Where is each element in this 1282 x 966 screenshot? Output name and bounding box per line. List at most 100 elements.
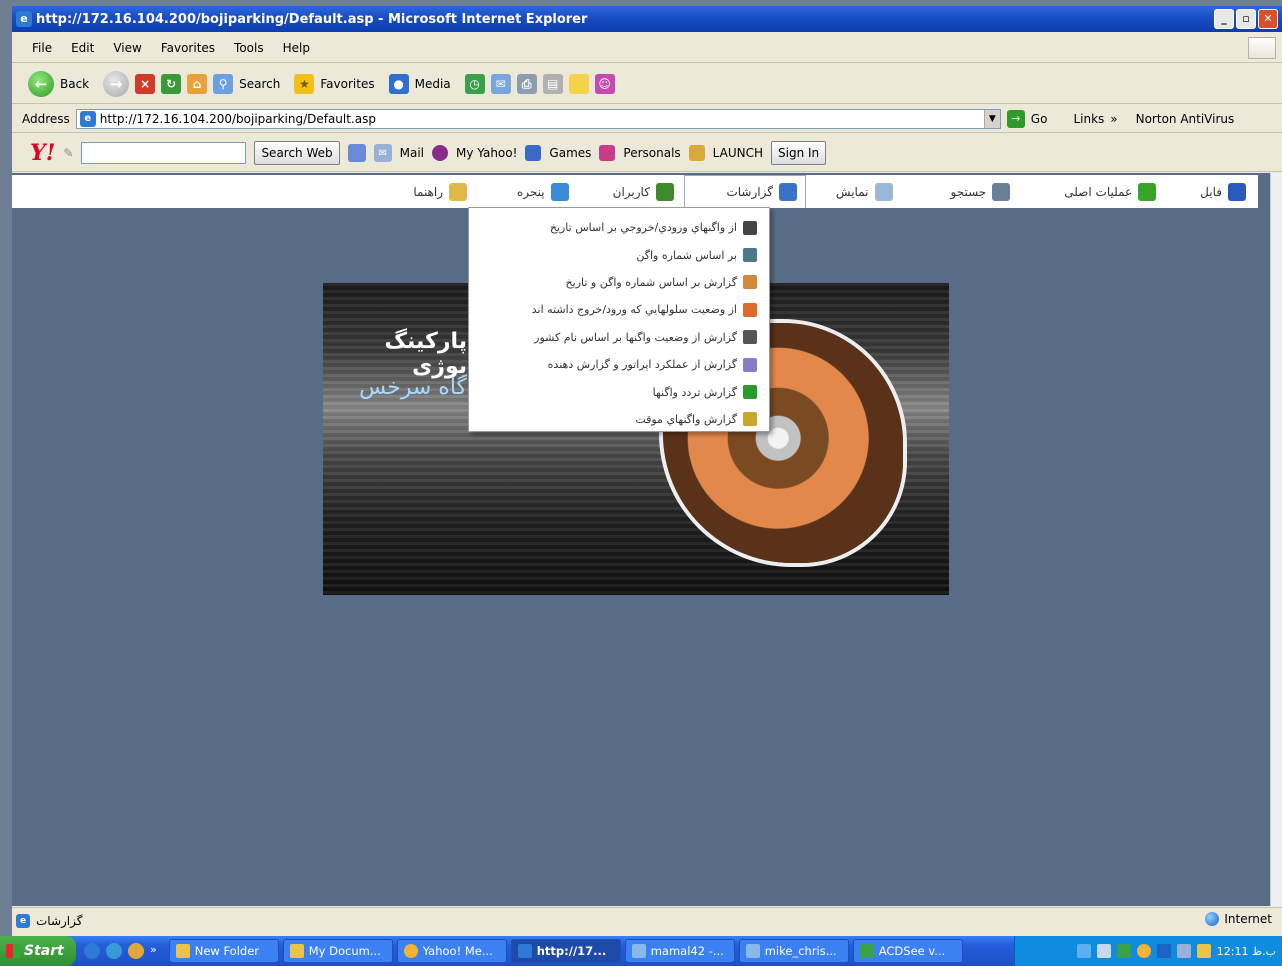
close-button[interactable]: ✕ [1258,9,1278,29]
title-bar: e http://172.16.104.200/bojiparking/Defa… [12,6,1282,32]
links-button[interactable]: Links [1073,112,1104,126]
windows-logo-icon [1248,37,1276,59]
address-dropdown-icon[interactable]: ▼ [983,109,1000,128]
print-icon[interactable]: ⎙ [516,73,537,94]
system-tray: 12:11 ب.ظ [1014,936,1282,966]
tray-volume-icon[interactable] [1196,944,1211,958]
folder-icon [175,944,190,958]
nav-window[interactable]: پنجره [509,175,577,208]
menu-item-wagon-traffic[interactable]: گزارش تردد واگنها [469,378,769,405]
search-icon[interactable]: ⚲ [213,73,234,94]
sign-in-button[interactable]: Sign In [771,140,827,165]
launch-link[interactable]: LAUNCH [713,146,763,160]
menu-file[interactable]: File [32,41,52,55]
favorites-button[interactable]: Favorites [320,77,374,91]
history-icon[interactable]: ◷ [464,73,485,94]
edit-icon[interactable]: ▤ [542,73,563,94]
messenger-quicklaunch-icon[interactable] [128,943,144,959]
tray-yahoo-icon[interactable] [1136,944,1151,958]
tray-b-icon[interactable] [1156,944,1171,958]
status-text: گزارشات [36,913,83,928]
menu-view[interactable]: View [113,41,141,55]
outlook-quicklaunch-icon[interactable] [106,943,122,959]
tray-network-icon[interactable] [1076,944,1091,958]
personals-link[interactable]: Personals [623,146,680,160]
pencil-icon[interactable]: ✎ [63,146,73,160]
task-mamal42[interactable]: mamal42 -... [624,939,735,963]
page-content: فایل عملیات اصلی جستجو نمایش گزارشات کار… [12,173,1270,906]
go-button[interactable]: Go [1031,112,1048,126]
stop-icon[interactable]: × [135,73,156,94]
media-icon[interactable]: ● [388,73,409,94]
task-mike-chris[interactable]: mike_chris... [738,939,849,963]
tray-messenger-icon[interactable] [1176,944,1191,958]
tray-monitor-icon[interactable] [1096,944,1111,958]
nav-help[interactable]: راهنما [405,175,475,208]
menu-item-temporary-wagons[interactable]: گزارش واگنهاي موقت [469,406,769,433]
chat-icon [745,944,760,958]
menu-item-cell-status[interactable]: از وضعيت سلولهايي که ورود/خروج داشته اند [469,296,769,323]
menu-item-report-by-date[interactable]: از واگنهاي ورودي/خروجي بر اساس تاريخ [469,214,769,241]
home-icon[interactable]: ⌂ [187,73,208,94]
menu-item-operator-performance[interactable]: گزارش از عملکرد اپراتور و گزارش دهنده [469,351,769,378]
menu-edit[interactable]: Edit [71,41,94,55]
back-button[interactable]: Back [60,77,89,91]
quick-launch: » [76,943,165,959]
reports-icon [778,183,797,201]
nav-help-label: راهنما [413,184,444,199]
menu-item-by-wagon-number[interactable]: بر اساس شماره واگن [469,241,769,268]
yahoo-logo[interactable]: Y! [30,140,55,166]
messenger-icon[interactable]: ☺ [594,73,615,94]
favorites-star-icon[interactable]: ★ [294,73,315,94]
nav-file[interactable]: فایل [1192,175,1258,208]
ie-quicklaunch-icon[interactable] [84,943,100,959]
quicklaunch-chevron[interactable]: » [150,943,157,959]
menu-tools[interactable]: Tools [234,41,264,55]
my-yahoo-link[interactable]: My Yahoo! [456,146,517,160]
menu-item-label: از وضعيت سلولهايي که ورود/خروج داشته اند [531,303,737,317]
menu-help[interactable]: Help [283,41,310,55]
yahoo-toolbar: Y! ✎ Search Web ✉ Mail My Yahoo! Games P… [12,134,1282,172]
address-input[interactable]: e http://172.16.104.200/bojiparking/Defa… [75,108,1001,129]
minimize-button[interactable]: _ [1214,9,1234,29]
nav-reports[interactable]: گزارشات [683,175,806,208]
start-label: Start [24,943,64,959]
chat-icon [631,944,646,958]
yahoo-mail-link[interactable]: Mail [400,146,424,160]
games-link[interactable]: Games [549,146,591,160]
country-icon [743,330,757,345]
menu-item-by-country[interactable]: گزارش از وضعيت واگنها بر اساس نام کشور [469,324,769,351]
yahoo-search-input[interactable] [81,141,247,164]
media-button[interactable]: Media [415,77,451,91]
forward-arrow-icon[interactable]: → [103,70,130,97]
menu-item-by-wagon-number-and-date[interactable]: گزارش بر اساس شماره واگن و تاريخ [469,269,769,296]
task-yahoo-messenger[interactable]: Yahoo! Me... [396,939,507,963]
go-arrow-icon[interactable]: → [1006,109,1025,128]
nav-search[interactable]: جستجو [943,175,1019,208]
nav-view[interactable]: نمایش [828,175,901,208]
search-button[interactable]: Search [239,77,280,91]
discuss-icon[interactable] [568,73,589,94]
task-internet-explorer[interactable]: http://17... [510,939,621,963]
back-arrow-icon[interactable]: ← [28,70,54,97]
search-web-button[interactable]: Search Web [254,140,340,165]
vertical-scrollbar[interactable] [1270,173,1282,906]
task-acdsee[interactable]: ACDSee v... [852,939,963,963]
task-new-folder[interactable]: New Folder [168,939,279,963]
maximize-button[interactable]: ▫ [1236,9,1256,29]
mail-icon[interactable]: ✉ [490,73,511,94]
start-button[interactable]: Start [0,936,76,966]
personals-icon [599,144,616,161]
tray-acdsee-icon[interactable] [1116,944,1131,958]
nav-users[interactable]: کاربران [605,175,682,208]
nav-main-operations[interactable]: عملیات اصلی [1056,175,1164,208]
refresh-icon[interactable]: ↻ [161,73,182,94]
norton-antivirus-button[interactable]: Norton AntiVirus [1136,112,1235,126]
links-chevron[interactable]: » [1110,112,1117,126]
page-icon: e [79,110,96,127]
menu-favorites[interactable]: Favorites [161,41,215,55]
highlight-icon[interactable] [347,143,366,162]
wagon-date-icon [743,275,757,290]
menu-item-label: گزارش از وضعيت واگنها بر اساس نام کشور [534,330,737,344]
task-my-documents[interactable]: My Docum... [282,939,393,963]
